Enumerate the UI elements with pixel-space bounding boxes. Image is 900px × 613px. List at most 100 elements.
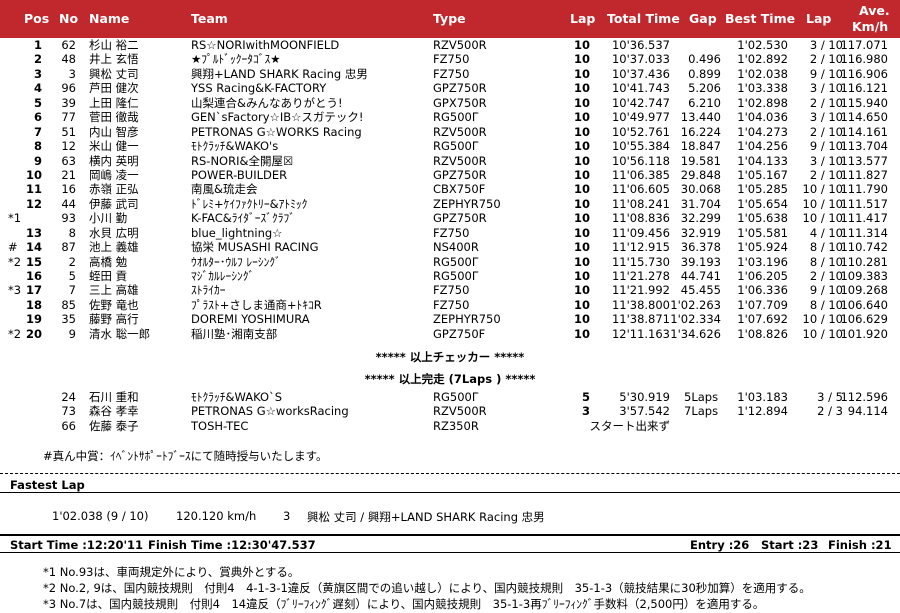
- row-gap: 16.224: [680, 124, 721, 139]
- row-type: GPZ750R: [433, 211, 487, 226]
- row-no: 5: [68, 269, 76, 283]
- divider: [0, 534, 900, 536]
- row-best-time: 1'05.654: [737, 196, 788, 211]
- col-total-time: Total Time: [607, 11, 680, 26]
- row-total-time: 10'55.384: [611, 139, 670, 154]
- row-pos: 1: [33, 38, 42, 52]
- table-row: 13 8 水貝 広明 blue_lightning☆ FZ750 10 11'09.456 3…: [0, 226, 900, 240]
- row-pos: 8: [33, 139, 42, 154]
- row-type: GPX750R: [433, 95, 487, 110]
- row-team: ｽﾄﾗｲｶｰ: [191, 283, 226, 298]
- row-pos: 3: [33, 66, 42, 81]
- row-type: CBX750F: [433, 182, 486, 197]
- table-row: 19 35 藤野 高行 DOREMI YOSHIMURA ZEPHYR750 10 11'3…: [0, 312, 900, 326]
- row-name: 横内 英明: [89, 153, 139, 168]
- row-total-time: 11'06.605: [611, 182, 670, 197]
- row-no: 3: [68, 66, 76, 81]
- dnf-team: TOSH-TEC: [191, 418, 249, 433]
- row-best-lap: 2 / 10: [809, 269, 843, 283]
- table-row: 9 63 横内 英明 RS-NORI&全開屋☒ RZV500R 10 10'56.118 19…: [0, 154, 900, 168]
- row-team: ★ﾌﾟﾙﾄﾞｯｸｰﾀｺﾞｽ★: [191, 52, 281, 67]
- row-lap: 10: [573, 182, 590, 197]
- row-ave: 109.383: [840, 269, 888, 283]
- row-no: 77: [61, 110, 76, 125]
- table-row: 5 39 上田 隆仁 山梨連合&みんなありがとう! GPX750R 10 10'42.747…: [0, 96, 900, 110]
- row-no: 39: [61, 95, 76, 110]
- row-name: 佐野 竜也: [89, 297, 139, 312]
- row-name: 小川 勤: [89, 211, 128, 226]
- row-gap: 45.455: [680, 283, 721, 298]
- row-no: 48: [61, 52, 76, 67]
- row-best-lap: 2 / 10: [809, 167, 843, 182]
- row-gap: 29.848: [680, 167, 721, 182]
- start-count: Start :23: [761, 538, 819, 552]
- table-row: *2 15 2 高橋 勉ｳｵﾙﾀｰ･ｳﾙﾌ ﾚｰｼﾝｸﾞ RG500Γ 10 11'15.7…: [0, 255, 900, 269]
- dnf-table: 24 石川 重和 ﾓﾄｸﾗｯﾁ&WAKO`S RG500Γ 5 5'30.919 5Laps…: [0, 390, 900, 433]
- row-name: 高橋 勉: [89, 254, 128, 269]
- row-no: 12: [61, 139, 76, 154]
- table-row: 2 48 井上 玄悟 ★ﾌﾟﾙﾄﾞｯｸｰﾀｺﾞｽ★ FZ750 10 10'37.033 0.…: [0, 52, 900, 66]
- row-gap: 1'02.334: [670, 312, 721, 327]
- dnf-ave: 94.114: [847, 404, 888, 419]
- row-gap: 36.378: [680, 240, 721, 255]
- row-best-lap: 8 / 10: [809, 254, 843, 269]
- row-gap: 30.068: [680, 182, 721, 197]
- row-best-time: 1'02.892: [737, 52, 788, 67]
- row-name: 水貝 広明: [89, 225, 139, 240]
- row-no: 87: [61, 240, 76, 255]
- row-team: RS-NORI&全開屋☒: [191, 153, 294, 168]
- row-best-time: 1'03.338: [737, 81, 788, 96]
- row-pos: 18: [25, 297, 42, 312]
- row-gap: 0.899: [688, 66, 721, 81]
- row-lap: 10: [573, 196, 590, 211]
- row-total-time: 11'21.278: [611, 269, 670, 283]
- row-no: 93: [61, 211, 76, 226]
- start-time: Start Time :12:20'11: [10, 538, 144, 552]
- fastest-lap-speed: 120.120 km/h: [176, 509, 257, 523]
- dnf-gap: 5Laps: [684, 390, 719, 404]
- row-type: ZEPHYR750: [433, 196, 501, 211]
- col-type: Type: [433, 11, 466, 26]
- row-team: ﾏｼﾞｶﾙﾚｰｼﾝｸﾞ: [191, 269, 255, 283]
- row-pos: 10: [25, 167, 42, 182]
- table-row: *1 93 小川 勤 K-FAC&ﾗｲﾀﾞｰｽﾞｸﾗﾌﾞ GPZ750R 10 11'08.…: [0, 211, 900, 225]
- row-pos: 5: [33, 95, 42, 110]
- row-no: 7: [68, 283, 76, 298]
- dnf-total-time: 3'57.542: [619, 404, 670, 419]
- row-best-time: 1'05.167: [737, 167, 788, 182]
- col-pos: Pos: [24, 11, 50, 26]
- row-best-time: 1'07.709: [737, 297, 788, 312]
- row-lap: 10: [573, 297, 590, 312]
- row-ave: 106.629: [840, 312, 888, 327]
- row-type: RZV500R: [433, 38, 487, 52]
- col-no: No: [59, 11, 79, 26]
- row-team: K-FAC&ﾗｲﾀﾞｰｽﾞｸﾗﾌﾞ: [191, 211, 295, 226]
- row-best-lap: 10 / 10: [802, 196, 843, 211]
- row-ave: 113.704: [840, 139, 888, 154]
- row-pos: 2: [33, 52, 42, 67]
- row-best-time: 1'03.196: [737, 254, 788, 269]
- dnf-no: 66: [61, 418, 76, 433]
- table-row: #14 87 池上 義雄 協栄 MUSASHI RACING NS400R 10 11'12…: [0, 240, 900, 254]
- row-pos: 15: [25, 254, 42, 269]
- row-mark: *1: [8, 211, 22, 226]
- row-lap: 10: [573, 283, 590, 298]
- fastest-lap-no: 3: [283, 509, 291, 523]
- row-best-lap: 9 / 10: [809, 283, 843, 298]
- fastest-lap-time: 1'02.038 (9 / 10): [52, 509, 149, 523]
- dnf-no: 73: [61, 404, 76, 419]
- table-row: 10 21 岡嶋 凌一 POWER-BUILDER GPZ750R 10 11'06.385…: [0, 168, 900, 182]
- row-ave: 116.906: [840, 66, 888, 81]
- row-lap: 10: [573, 312, 590, 327]
- dnf-name: 森谷 孝幸: [89, 404, 139, 419]
- row-lap: 10: [573, 139, 590, 154]
- row-team: ﾄﾞﾚﾐ+ｹｲﾌｧｸﾄﾘｰ&ｱﾄﾐｯｸ: [191, 196, 308, 211]
- row-lap: 10: [573, 153, 590, 168]
- row-total-time: 12'11.163: [611, 326, 670, 341]
- row-ave: 111.827: [840, 167, 888, 182]
- row-best-lap: 3 / 10: [809, 153, 843, 168]
- row-total-time: 10'37.033: [611, 52, 670, 67]
- row-best-lap: 10 / 10: [802, 211, 843, 226]
- row-best-lap: 8 / 10: [809, 240, 843, 255]
- row-team: ﾓﾄｸﾗｯﾁ&WAKO's: [191, 139, 279, 154]
